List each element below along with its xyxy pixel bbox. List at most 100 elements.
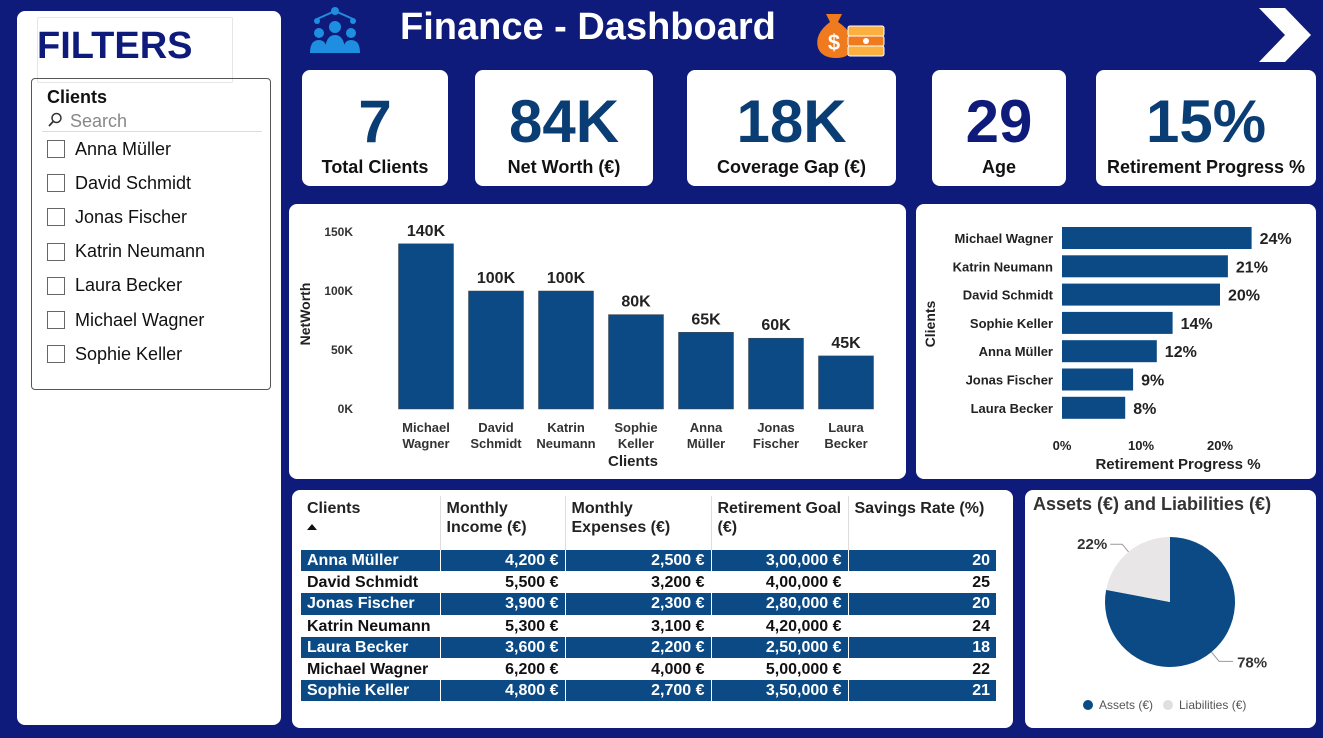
kpi-label: Age xyxy=(981,157,1016,177)
bar-data-label: 8% xyxy=(1133,401,1156,418)
slicer-item-label: Sophie Keller xyxy=(75,343,183,364)
bar[interactable] xyxy=(818,355,874,410)
slicer-item[interactable]: Katrin Neumann xyxy=(47,240,205,264)
table-row[interactable]: Jonas Fischer 3,900 €2,300 €2,80,000 €20 xyxy=(301,593,996,616)
table-cell: 3,50,000 € xyxy=(711,680,849,703)
y-tick-label: Michael Wagner xyxy=(955,231,1053,246)
bar[interactable] xyxy=(678,332,734,410)
leader-line xyxy=(1211,651,1234,662)
slicer-search-input[interactable]: Search xyxy=(42,109,262,132)
slicer-item[interactable]: Michael Wagner xyxy=(47,308,204,332)
slicer-checkbox[interactable] xyxy=(47,174,65,193)
table-cell: Michael Wagner xyxy=(301,658,441,681)
x-tick-label: Sophie xyxy=(614,420,657,435)
table-cell: Katrin Neumann xyxy=(301,615,441,637)
kpi-value: 15% xyxy=(1145,88,1267,155)
bar-data-label: 20% xyxy=(1228,288,1260,305)
x-tick-label: Schmidt xyxy=(470,436,522,451)
table-cell: 2,300 € xyxy=(565,593,712,616)
slicer-checkbox[interactable] xyxy=(47,311,65,329)
search-placeholder: Search xyxy=(70,111,128,131)
y-tick-label: 100K xyxy=(324,284,353,298)
bar[interactable] xyxy=(1062,368,1134,391)
assets-liabilities-pie-panel: Assets (€) and Liabilities (€) 78% 22% As… xyxy=(1025,490,1316,728)
table-cell: 21 xyxy=(848,680,996,703)
y-tick-label: Katrin Neumann xyxy=(953,259,1053,274)
bar[interactable] xyxy=(1062,396,1126,419)
slicer-item[interactable]: Laura Becker xyxy=(47,274,182,298)
bar-data-label: 12% xyxy=(1165,344,1197,361)
bar[interactable] xyxy=(1062,340,1157,363)
svg-text:$: $ xyxy=(828,30,840,55)
bar[interactable] xyxy=(398,243,454,410)
bar[interactable] xyxy=(1062,283,1220,306)
slicer-checkbox[interactable] xyxy=(47,208,65,227)
y-tick-label: Sophie Keller xyxy=(970,316,1053,331)
filters-panel: FILTERS Clients Search Anna Müller David … xyxy=(17,11,281,725)
x-tick-label: Müller xyxy=(687,436,725,451)
bar[interactable] xyxy=(748,337,804,410)
bar[interactable] xyxy=(1062,311,1173,334)
column-header-monthly-expenses[interactable]: Monthly Expenses (€) xyxy=(565,496,712,550)
slicer-item[interactable]: David Schmidt xyxy=(47,171,191,195)
y-tick-label: Anna Müller xyxy=(979,344,1053,359)
legend-item-liabilities[interactable]: Liabilities (€) xyxy=(1163,698,1246,712)
bar[interactable] xyxy=(538,290,594,410)
x-tick-label: Fischer xyxy=(753,436,799,451)
slicer-item[interactable]: Anna Müller xyxy=(47,137,171,161)
column-header-retirement-goal[interactable]: Retirement Goal (€) xyxy=(711,496,849,550)
slicer-item[interactable]: Jonas Fischer xyxy=(47,205,187,229)
kpi-value: 29 xyxy=(965,88,1033,155)
table-cell: 22 xyxy=(848,658,996,681)
bar-data-label: 100K xyxy=(477,270,516,287)
clients-table: Clients Monthly Income (€) Monthly Expen… xyxy=(301,496,996,703)
column-header-clients[interactable]: Clients xyxy=(301,496,441,550)
x-tick-label: Michael xyxy=(402,420,450,435)
table-row[interactable]: Laura Becker 3,600 €2,200 €2,50,000 €18 xyxy=(301,636,996,659)
sort-ascending-icon[interactable] xyxy=(307,524,317,530)
slicer-item-label: Anna Müller xyxy=(75,138,172,159)
table-cell: 4,200 € xyxy=(440,550,566,573)
bar-data-label: 14% xyxy=(1181,316,1213,333)
table-row[interactable]: Anna Müller 4,200 €2,500 €3,00,000 €20 xyxy=(301,550,996,573)
slicer-item[interactable]: Sophie Keller xyxy=(47,342,182,366)
kpi-value: 7 xyxy=(358,88,392,155)
slicer-checkbox[interactable] xyxy=(47,276,65,295)
slicer-item-label: Jonas Fischer xyxy=(75,206,188,227)
bar-data-label: 140K xyxy=(407,223,446,240)
y-tick-label: David Schmidt xyxy=(963,288,1054,303)
kpi-coverage-gap: 18K Coverage Gap (€) xyxy=(687,70,896,186)
slicer-checkbox[interactable] xyxy=(47,345,65,364)
retirement-chart-svg: Michael Wagner 24% Katrin Neumann 21% David … xyxy=(922,227,1292,473)
slicer-item-label: David Schmidt xyxy=(75,172,192,193)
x-tick-label: Katrin xyxy=(547,420,585,435)
pie-data-label: 22% xyxy=(1077,536,1107,553)
next-page-arrow-icon[interactable] xyxy=(1255,6,1313,64)
table-row[interactable]: David Schmidt 5,500 €3,200 €4,00,000 €25 xyxy=(301,571,996,594)
table-cell: 6,200 € xyxy=(440,658,566,681)
table-row[interactable]: Katrin Neumann 5,300 €3,100 €4,20,000 €24 xyxy=(301,615,996,637)
x-tick-label: 20% xyxy=(1207,438,1233,453)
bar[interactable] xyxy=(1062,255,1228,278)
table-cell: 5,00,000 € xyxy=(711,658,849,681)
page-title: Finance - Dashboard xyxy=(400,6,776,48)
slicer-checkbox[interactable] xyxy=(47,140,65,158)
table-cell: 25 xyxy=(848,571,996,594)
bar[interactable] xyxy=(608,314,664,410)
legend-item-assets[interactable]: Assets (€) xyxy=(1083,698,1153,712)
bar[interactable] xyxy=(1062,227,1252,249)
pie-data-label: 78% xyxy=(1237,654,1267,671)
kpi-label: Net Worth (€) xyxy=(507,157,621,177)
slicer-checkbox[interactable] xyxy=(47,242,65,261)
x-tick-label: Wagner xyxy=(402,436,449,451)
net-worth-bar-chart: 0K 50K 100K 150K NetWorth 140K Michael Wagner 10… xyxy=(289,204,906,479)
bar[interactable] xyxy=(468,290,524,410)
table-row[interactable]: Michael Wagner 6,200 €4,000 €5,00,000 €22 xyxy=(301,658,996,681)
bar-data-label: 9% xyxy=(1141,373,1164,390)
table-cell: Sophie Keller xyxy=(301,680,441,703)
x-tick-label: David xyxy=(478,420,513,435)
column-header-savings-rate[interactable]: Savings Rate (%) xyxy=(848,496,996,550)
table-row[interactable]: Sophie Keller 4,800 €2,700 €3,50,000 €21 xyxy=(301,680,996,703)
slicer-item-label: Katrin Neumann xyxy=(75,241,206,262)
column-header-monthly-income[interactable]: Monthly Income (€) xyxy=(440,496,566,550)
